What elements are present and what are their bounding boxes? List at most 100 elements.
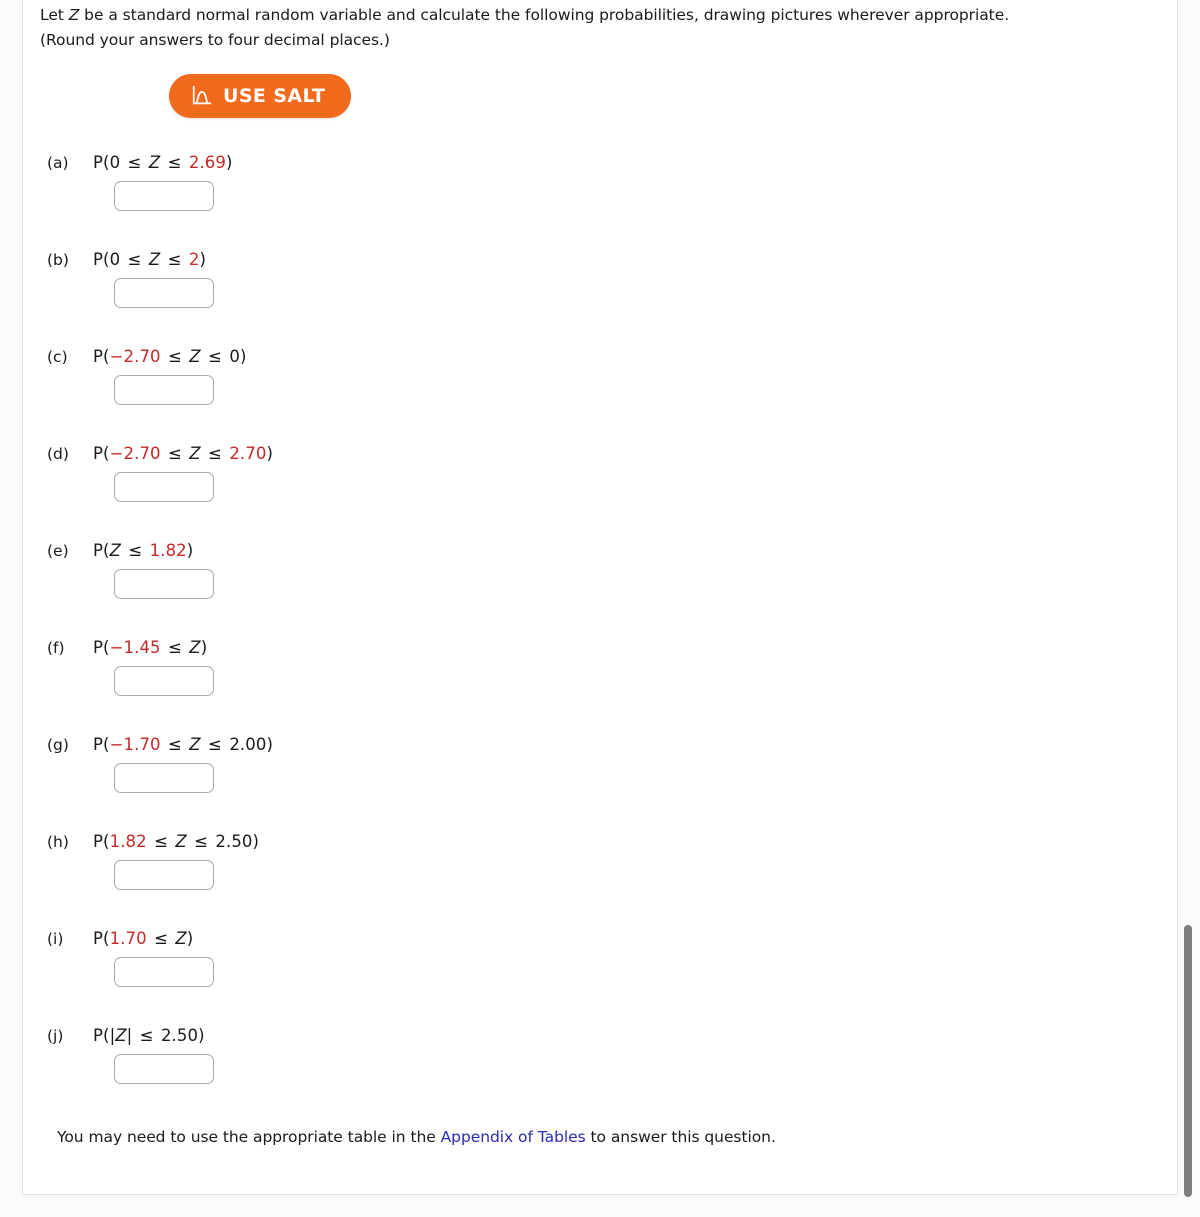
expression-token: −1.70 (109, 735, 161, 754)
normal-distribution-curve-icon (191, 85, 213, 107)
appendix-of-tables-link[interactable]: Appendix of Tables (441, 1128, 586, 1146)
expression-token: 0 (109, 250, 121, 269)
question-label: (a) (47, 154, 69, 172)
answer-input-d[interactable] (114, 472, 214, 502)
question-label: (h) (47, 833, 69, 851)
answer-input-i[interactable] (114, 957, 214, 987)
question-line: (h) P(1.82 ≤ Z ≤ 2.50) (47, 832, 259, 851)
prompt-text-part-2: be a standard normal random variable and… (79, 6, 1010, 24)
expression-token: 0 (229, 347, 240, 366)
question-item: (a) P(0 ≤ Z ≤ 2.69) (23, 153, 1177, 250)
expression-token: ≤ (148, 832, 174, 851)
question-line: (g) P(−1.70 ≤ Z ≤ 2.00) (47, 735, 273, 754)
question-line: (b) P(0 ≤ Z ≤ 2) (47, 250, 206, 269)
question-list: (a) P(0 ≤ Z ≤ 2.69) (b) P(0 ≤ Z ≤ 2) (c) P(−2… (23, 153, 1177, 1123)
probability-expression: P(0 ≤ Z ≤ 2) (93, 250, 206, 269)
expression-token: −2.70 (109, 347, 161, 366)
expression-token: 2.70 (229, 444, 267, 463)
question-label: (e) (47, 542, 69, 560)
question-line: (c) P(−2.70 ≤ Z ≤ 0) (47, 347, 246, 366)
expression-token: ≤ (202, 444, 228, 463)
appendix-note: You may need to use the appropriate tabl… (57, 1128, 776, 1146)
expression-token: ≤ (122, 250, 147, 269)
expression-token: ≤ (202, 735, 228, 754)
answer-input-e[interactable] (114, 569, 214, 599)
answer-input-a[interactable] (114, 181, 214, 211)
answer-input-f[interactable] (114, 666, 214, 696)
expression-token: ) (200, 638, 208, 657)
expression-token: ) (186, 541, 194, 560)
expression-token: 1.82 (149, 541, 187, 560)
vertical-scrollbar-track[interactable] (1184, 0, 1200, 1217)
question-line: (e) P(Z ≤ 1.82) (47, 541, 193, 560)
question-label: (b) (47, 251, 69, 269)
expression-token: P( (93, 541, 110, 560)
expression-token: ) (199, 250, 207, 269)
answer-input-c[interactable] (114, 375, 214, 405)
question-item: (f) P(−1.45 ≤ Z) (23, 638, 1177, 735)
expression-token: −1.45 (109, 638, 161, 657)
expression-token: ) (266, 444, 274, 463)
answer-input-g[interactable] (114, 763, 214, 793)
expression-token: ≤ (162, 444, 188, 463)
expression-token: ≤ (134, 1026, 159, 1045)
expression-token: Z (189, 444, 201, 463)
expression-token: ≤ (188, 832, 214, 851)
expression-token: 2.00 (229, 735, 267, 754)
expression-token: ≤ (123, 541, 148, 560)
expression-token: P( (93, 347, 110, 366)
expression-token: 2.50 (160, 1026, 199, 1045)
expression-token: Z (189, 638, 201, 657)
prompt-rounding-note: (Round your answers to four decimal plac… (40, 31, 390, 49)
expression-token: Z (109, 541, 121, 560)
expression-token: Z (189, 347, 201, 366)
vertical-scrollbar-thumb[interactable] (1184, 925, 1192, 1197)
expression-token: 2.50 (215, 832, 253, 851)
salt-button-container: USE SALT (169, 74, 352, 118)
expression-token: P( (93, 929, 110, 948)
answer-input-b[interactable] (114, 278, 214, 308)
prompt-variable-z: Z (68, 6, 80, 24)
expression-token: 0 (109, 153, 121, 172)
expression-token: P( (93, 444, 110, 463)
expression-token: P( (93, 638, 110, 657)
expression-token: Z (175, 929, 187, 948)
question-label: (j) (47, 1027, 64, 1045)
probability-expression: P(1.82 ≤ Z ≤ 2.50) (93, 832, 259, 851)
probability-expression: P(1.70 ≤ Z) (93, 929, 193, 948)
question-line: (i) P(1.70 ≤ Z) (47, 929, 193, 948)
expression-token: ≤ (122, 153, 147, 172)
expression-token: ) (186, 929, 194, 948)
question-item: (g) P(−1.70 ≤ Z ≤ 2.00) (23, 735, 1177, 832)
question-item: (i) P(1.70 ≤ Z) (23, 929, 1177, 1026)
expression-token: ≤ (162, 250, 187, 269)
expression-token: Z (115, 1026, 127, 1045)
question-item: (d) P(−2.70 ≤ Z ≤ 2.70) (23, 444, 1177, 541)
question-line: (d) P(−2.70 ≤ Z ≤ 2.70) (47, 444, 273, 463)
expression-token: ≤ (148, 929, 174, 948)
prompt-text-part-1: Let (40, 6, 69, 24)
expression-token: ) (266, 735, 274, 754)
question-label: (c) (47, 348, 68, 366)
question-line: (a) P(0 ≤ Z ≤ 2.69) (47, 153, 233, 172)
expression-token: Z (175, 832, 187, 851)
expression-token: ) (252, 832, 260, 851)
expression-token: −2.70 (109, 444, 161, 463)
probability-expression: P(−1.70 ≤ Z ≤ 2.00) (93, 735, 273, 754)
expression-token: ) (239, 347, 247, 366)
expression-token: P( (93, 832, 110, 851)
question-item: (j) P(|Z| ≤ 2.50) (23, 1026, 1177, 1123)
use-salt-button[interactable]: USE SALT (169, 74, 352, 118)
appendix-note-before: You may need to use the appropriate tabl… (57, 1128, 441, 1146)
probability-expression: P(|Z| ≤ 2.50) (93, 1026, 205, 1045)
question-label: (i) (47, 930, 64, 948)
probability-expression: P(−2.70 ≤ Z ≤ 2.70) (93, 444, 273, 463)
question-label: (f) (47, 639, 65, 657)
answer-input-h[interactable] (114, 860, 214, 890)
answer-input-j[interactable] (114, 1054, 214, 1084)
expression-token: Z (148, 250, 161, 269)
expression-token: P(| (93, 1026, 116, 1045)
expression-token: 1.70 (109, 929, 147, 948)
question-item: (c) P(−2.70 ≤ Z ≤ 0) (23, 347, 1177, 444)
expression-token: ≤ (162, 347, 188, 366)
